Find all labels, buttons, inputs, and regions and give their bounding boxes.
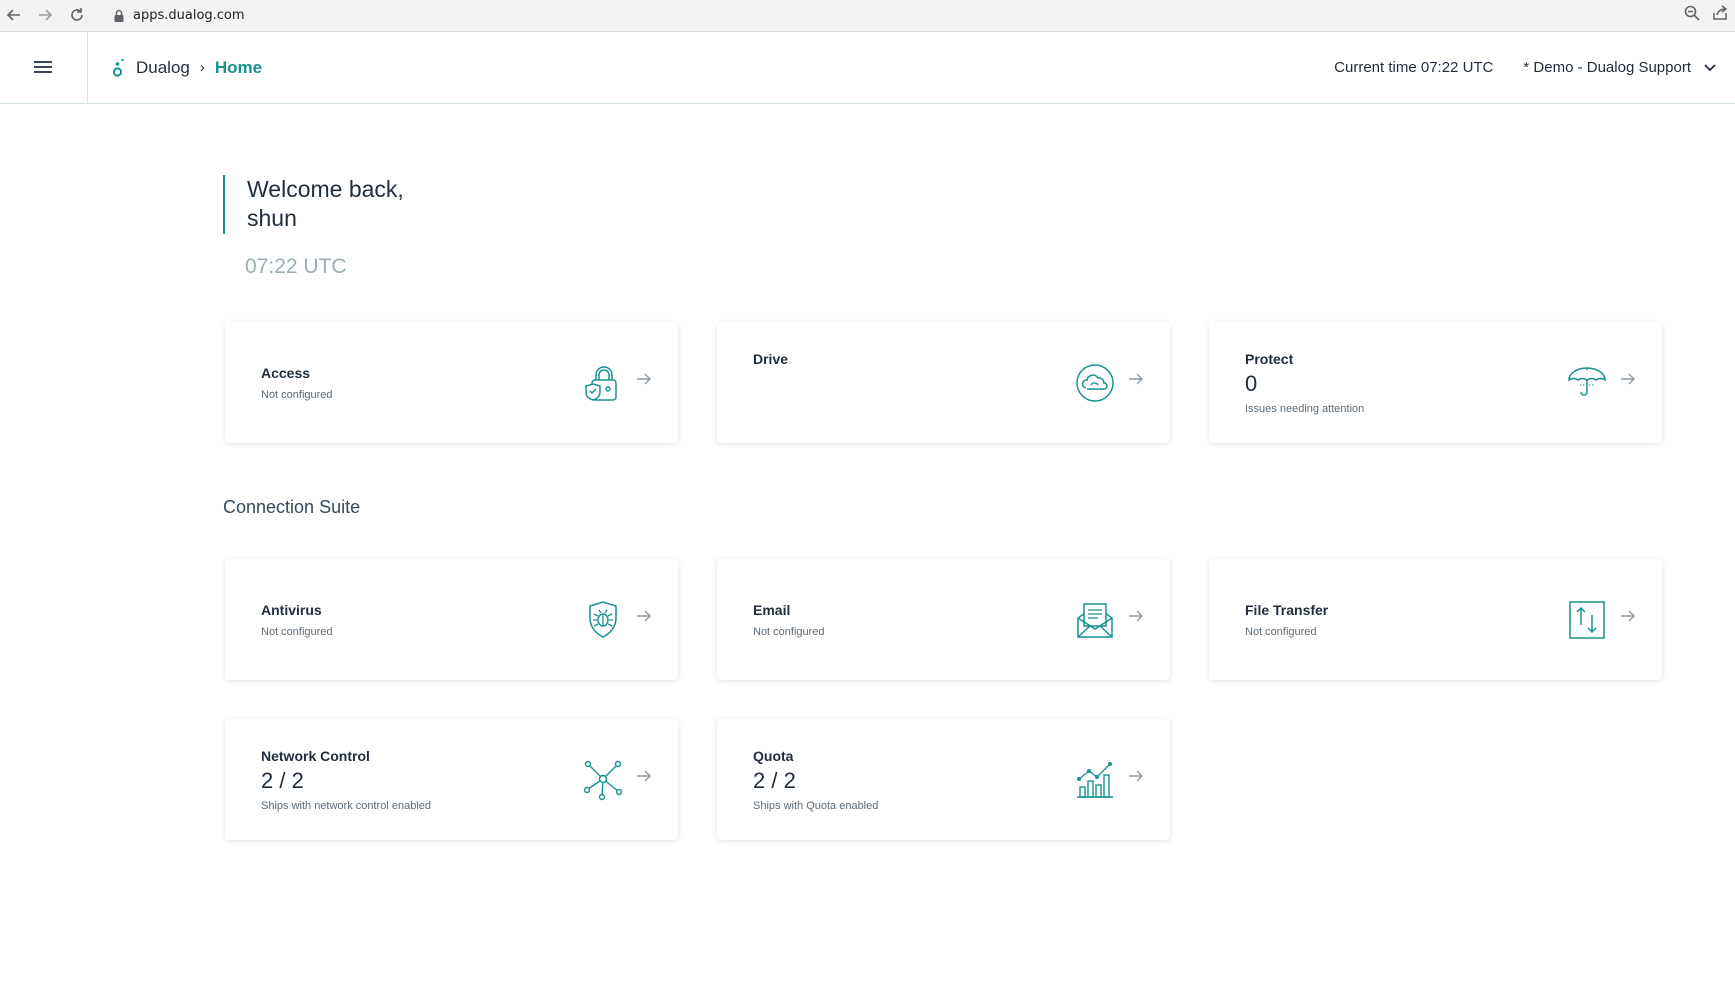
network-icon	[583, 760, 623, 801]
arrow-right-icon	[637, 770, 651, 782]
card-title: Quota	[753, 748, 794, 764]
app-header: Dualog › Home Current time 07:22 UTC * D…	[0, 32, 1735, 104]
url-text: apps.dualog.com	[133, 8, 245, 23]
bar-chart-icon	[1077, 762, 1113, 798]
bug-shield-icon	[589, 601, 617, 638]
card-status: Not configured	[1245, 626, 1317, 638]
card-status: Not configured	[261, 626, 333, 638]
card-title: Drive	[753, 351, 789, 367]
welcome-clock: 07:22 UTC	[245, 255, 347, 278]
cloud-icon	[1076, 364, 1114, 402]
card-value: 2 / 2	[261, 768, 304, 793]
dualog-logo-icon	[112, 58, 124, 77]
antivirus-card[interactable]: Antivirus Not configured	[225, 559, 678, 680]
breadcrumb: Dualog › Home	[112, 32, 262, 103]
hamburger-icon	[33, 60, 52, 73]
arrow-right-icon	[637, 610, 651, 622]
quota-card[interactable]: Quota 2 / 2 Ships with Quota enabled	[717, 719, 1170, 840]
arrow-right-icon	[1129, 373, 1143, 385]
access-card[interactable]: Access Not configured	[225, 322, 678, 443]
welcome-greeting: Welcome back,	[247, 176, 404, 202]
zoom-icon[interactable]	[1683, 4, 1701, 22]
arrow-right-icon	[1129, 770, 1143, 782]
breadcrumb-current-page: Home	[214, 57, 263, 77]
card-status: Not configured	[753, 626, 825, 638]
card-status: Not configured	[261, 389, 333, 401]
share-icon[interactable]	[1711, 4, 1729, 22]
drive-card[interactable]: Drive	[717, 322, 1170, 443]
card-status: Issues needing attention	[1245, 403, 1365, 415]
arrow-right-icon	[1621, 373, 1635, 385]
forward-button[interactable]	[34, 4, 56, 26]
card-title: Protect	[1245, 351, 1294, 367]
card-title: Network Control	[261, 748, 370, 764]
reload-icon	[71, 8, 83, 21]
arrow-right-icon	[1129, 610, 1143, 622]
card-status: Ships with Quota enabled	[753, 800, 879, 812]
card-title: File Transfer	[1245, 602, 1329, 618]
card-value: 2 / 2	[753, 768, 796, 793]
card-value: 0	[1245, 371, 1258, 396]
network-control-card[interactable]: Network Control 2 / 2 Ships with network…	[225, 719, 678, 840]
card-title: Antivirus	[261, 602, 322, 618]
card-title: Access	[261, 365, 311, 381]
forward-arrow-icon	[39, 9, 53, 21]
breadcrumb-separator: ›	[199, 59, 205, 76]
reload-button[interactable]	[66, 4, 88, 26]
arrow-right-icon	[1621, 610, 1635, 622]
email-card[interactable]: Email Not configured	[717, 559, 1170, 680]
envelope-icon	[1077, 603, 1113, 638]
card-status: Ships with network control enabled	[261, 800, 431, 812]
organization-name: * Demo - Dualog Support	[1523, 59, 1691, 76]
current-time: Current time 07:22 UTC	[1334, 59, 1494, 76]
back-arrow-icon	[6, 9, 20, 21]
breadcrumb-brand[interactable]: Dualog	[136, 58, 190, 78]
card-title: Email	[753, 602, 791, 618]
connection-suite-heading: Connection Suite	[223, 497, 361, 517]
organization-selector[interactable]: * Demo - Dualog Support	[1523, 59, 1717, 76]
umbrella-icon	[1568, 367, 1606, 396]
lock-shield-icon	[585, 366, 617, 401]
menu-button[interactable]	[0, 32, 88, 103]
welcome-message: Welcome back, shun	[223, 175, 404, 234]
transfer-icon	[1569, 601, 1605, 639]
welcome-username: shun	[247, 205, 297, 231]
chevron-down-icon	[1704, 63, 1716, 71]
lock-icon	[114, 9, 124, 22]
protect-card[interactable]: Protect 0 Issues needing attention	[1209, 322, 1662, 443]
file-transfer-card[interactable]: File Transfer Not configured	[1209, 559, 1662, 680]
browser-toolbar: apps.dualog.com	[0, 0, 1735, 32]
address-bar[interactable]: apps.dualog.com	[101, 3, 1661, 28]
arrow-right-icon	[637, 373, 651, 385]
back-button[interactable]	[3, 4, 25, 26]
